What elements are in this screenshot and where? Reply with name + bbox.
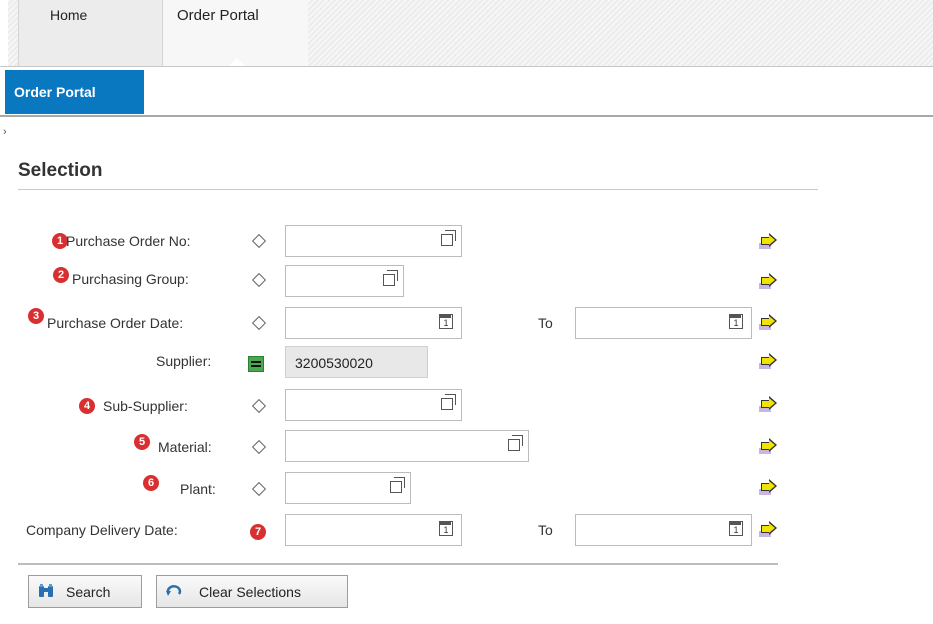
subtab-order-portal[interactable]: Order Portal bbox=[5, 70, 144, 114]
material-option-icon[interactable] bbox=[251, 439, 267, 455]
purch-group-option-icon[interactable] bbox=[251, 272, 267, 288]
header-divider bbox=[0, 115, 933, 117]
supplier-field: 3200530020 bbox=[285, 346, 428, 378]
tab-home[interactable]: Home bbox=[18, 0, 163, 66]
sub-supplier-label: Sub-Supplier: bbox=[103, 398, 188, 414]
calendar-icon[interactable]: 1 bbox=[729, 314, 743, 329]
tab-order-portal-label: Order Portal bbox=[177, 7, 259, 24]
plant-option-icon[interactable] bbox=[251, 481, 267, 497]
clear-selections-button[interactable]: Clear Selections bbox=[156, 575, 348, 608]
supplier-multiple-selection-icon[interactable] bbox=[759, 352, 779, 372]
purch-group-label: Purchasing Group: bbox=[72, 271, 189, 287]
section-title: Selection bbox=[18, 160, 103, 181]
delivery-date-to-input[interactable]: 1 bbox=[575, 514, 752, 546]
section-divider bbox=[18, 189, 818, 190]
po-date-multiple-selection-icon[interactable] bbox=[759, 313, 779, 333]
search-button-label: Search bbox=[66, 584, 111, 600]
delivery-date-from-input[interactable]: 1 bbox=[285, 514, 462, 546]
value-help-icon[interactable] bbox=[441, 394, 456, 410]
purch-group-multiple-selection-icon[interactable] bbox=[759, 272, 779, 292]
calendar-icon[interactable]: 1 bbox=[729, 521, 743, 536]
step-badge-2: 2 bbox=[53, 267, 69, 283]
po-no-input[interactable] bbox=[285, 225, 462, 257]
clear-selections-label: Clear Selections bbox=[199, 584, 301, 600]
delivery-date-multiple-selection-icon[interactable] bbox=[759, 520, 779, 540]
po-no-option-icon[interactable] bbox=[251, 233, 267, 249]
po-date-to-label: To bbox=[538, 315, 553, 331]
material-multiple-selection-icon[interactable] bbox=[759, 437, 779, 457]
sub-supplier-multiple-selection-icon[interactable] bbox=[759, 395, 779, 415]
po-date-option-icon[interactable] bbox=[251, 315, 267, 331]
search-button[interactable]: Search bbox=[28, 575, 142, 608]
value-help-icon[interactable] bbox=[441, 230, 456, 246]
expand-icon[interactable]: › bbox=[3, 126, 7, 138]
nav-left-strip bbox=[0, 0, 8, 66]
tab-home-label: Home bbox=[50, 7, 88, 23]
step-badge-6: 6 bbox=[143, 475, 159, 491]
calendar-icon[interactable]: 1 bbox=[439, 521, 453, 536]
tab-order-portal[interactable]: Order Portal bbox=[163, 0, 308, 66]
po-no-multiple-selection-icon[interactable] bbox=[759, 232, 779, 252]
purch-group-input[interactable] bbox=[285, 265, 404, 297]
step-badge-5: 5 bbox=[134, 434, 150, 450]
value-help-icon[interactable] bbox=[383, 270, 398, 286]
po-date-from-input[interactable]: 1 bbox=[285, 307, 462, 339]
refresh-icon bbox=[166, 585, 182, 596]
value-help-icon[interactable] bbox=[508, 435, 523, 451]
top-navigation: Home Order Portal bbox=[0, 0, 933, 67]
supplier-label: Supplier: bbox=[156, 353, 212, 369]
material-label: Material: bbox=[158, 439, 212, 455]
actions-divider bbox=[18, 563, 778, 565]
delivery-date-label: Company Delivery Date: bbox=[26, 522, 178, 538]
step-badge-3: 3 bbox=[28, 308, 44, 324]
po-date-to-input[interactable]: 1 bbox=[575, 307, 752, 339]
step-badge-4: 4 bbox=[79, 398, 95, 414]
po-date-label: Purchase Order Date: bbox=[47, 315, 184, 331]
secondary-navigation: Order Portal bbox=[0, 67, 933, 116]
active-tab-pointer bbox=[229, 58, 245, 66]
material-input[interactable] bbox=[285, 430, 529, 462]
step-badge-7: 7 bbox=[250, 524, 266, 540]
plant-input[interactable] bbox=[285, 472, 411, 504]
plant-multiple-selection-icon[interactable] bbox=[759, 478, 779, 498]
value-help-icon[interactable] bbox=[390, 477, 405, 493]
binoculars-icon bbox=[39, 584, 53, 597]
po-no-label: Purchase Order No: bbox=[66, 233, 191, 249]
sub-supplier-input[interactable] bbox=[285, 389, 462, 421]
delivery-date-to-label: To bbox=[538, 522, 553, 538]
equals-icon[interactable] bbox=[248, 356, 264, 372]
sub-supplier-option-icon[interactable] bbox=[251, 398, 267, 414]
calendar-icon[interactable]: 1 bbox=[439, 314, 453, 329]
plant-label: Plant: bbox=[180, 481, 216, 497]
